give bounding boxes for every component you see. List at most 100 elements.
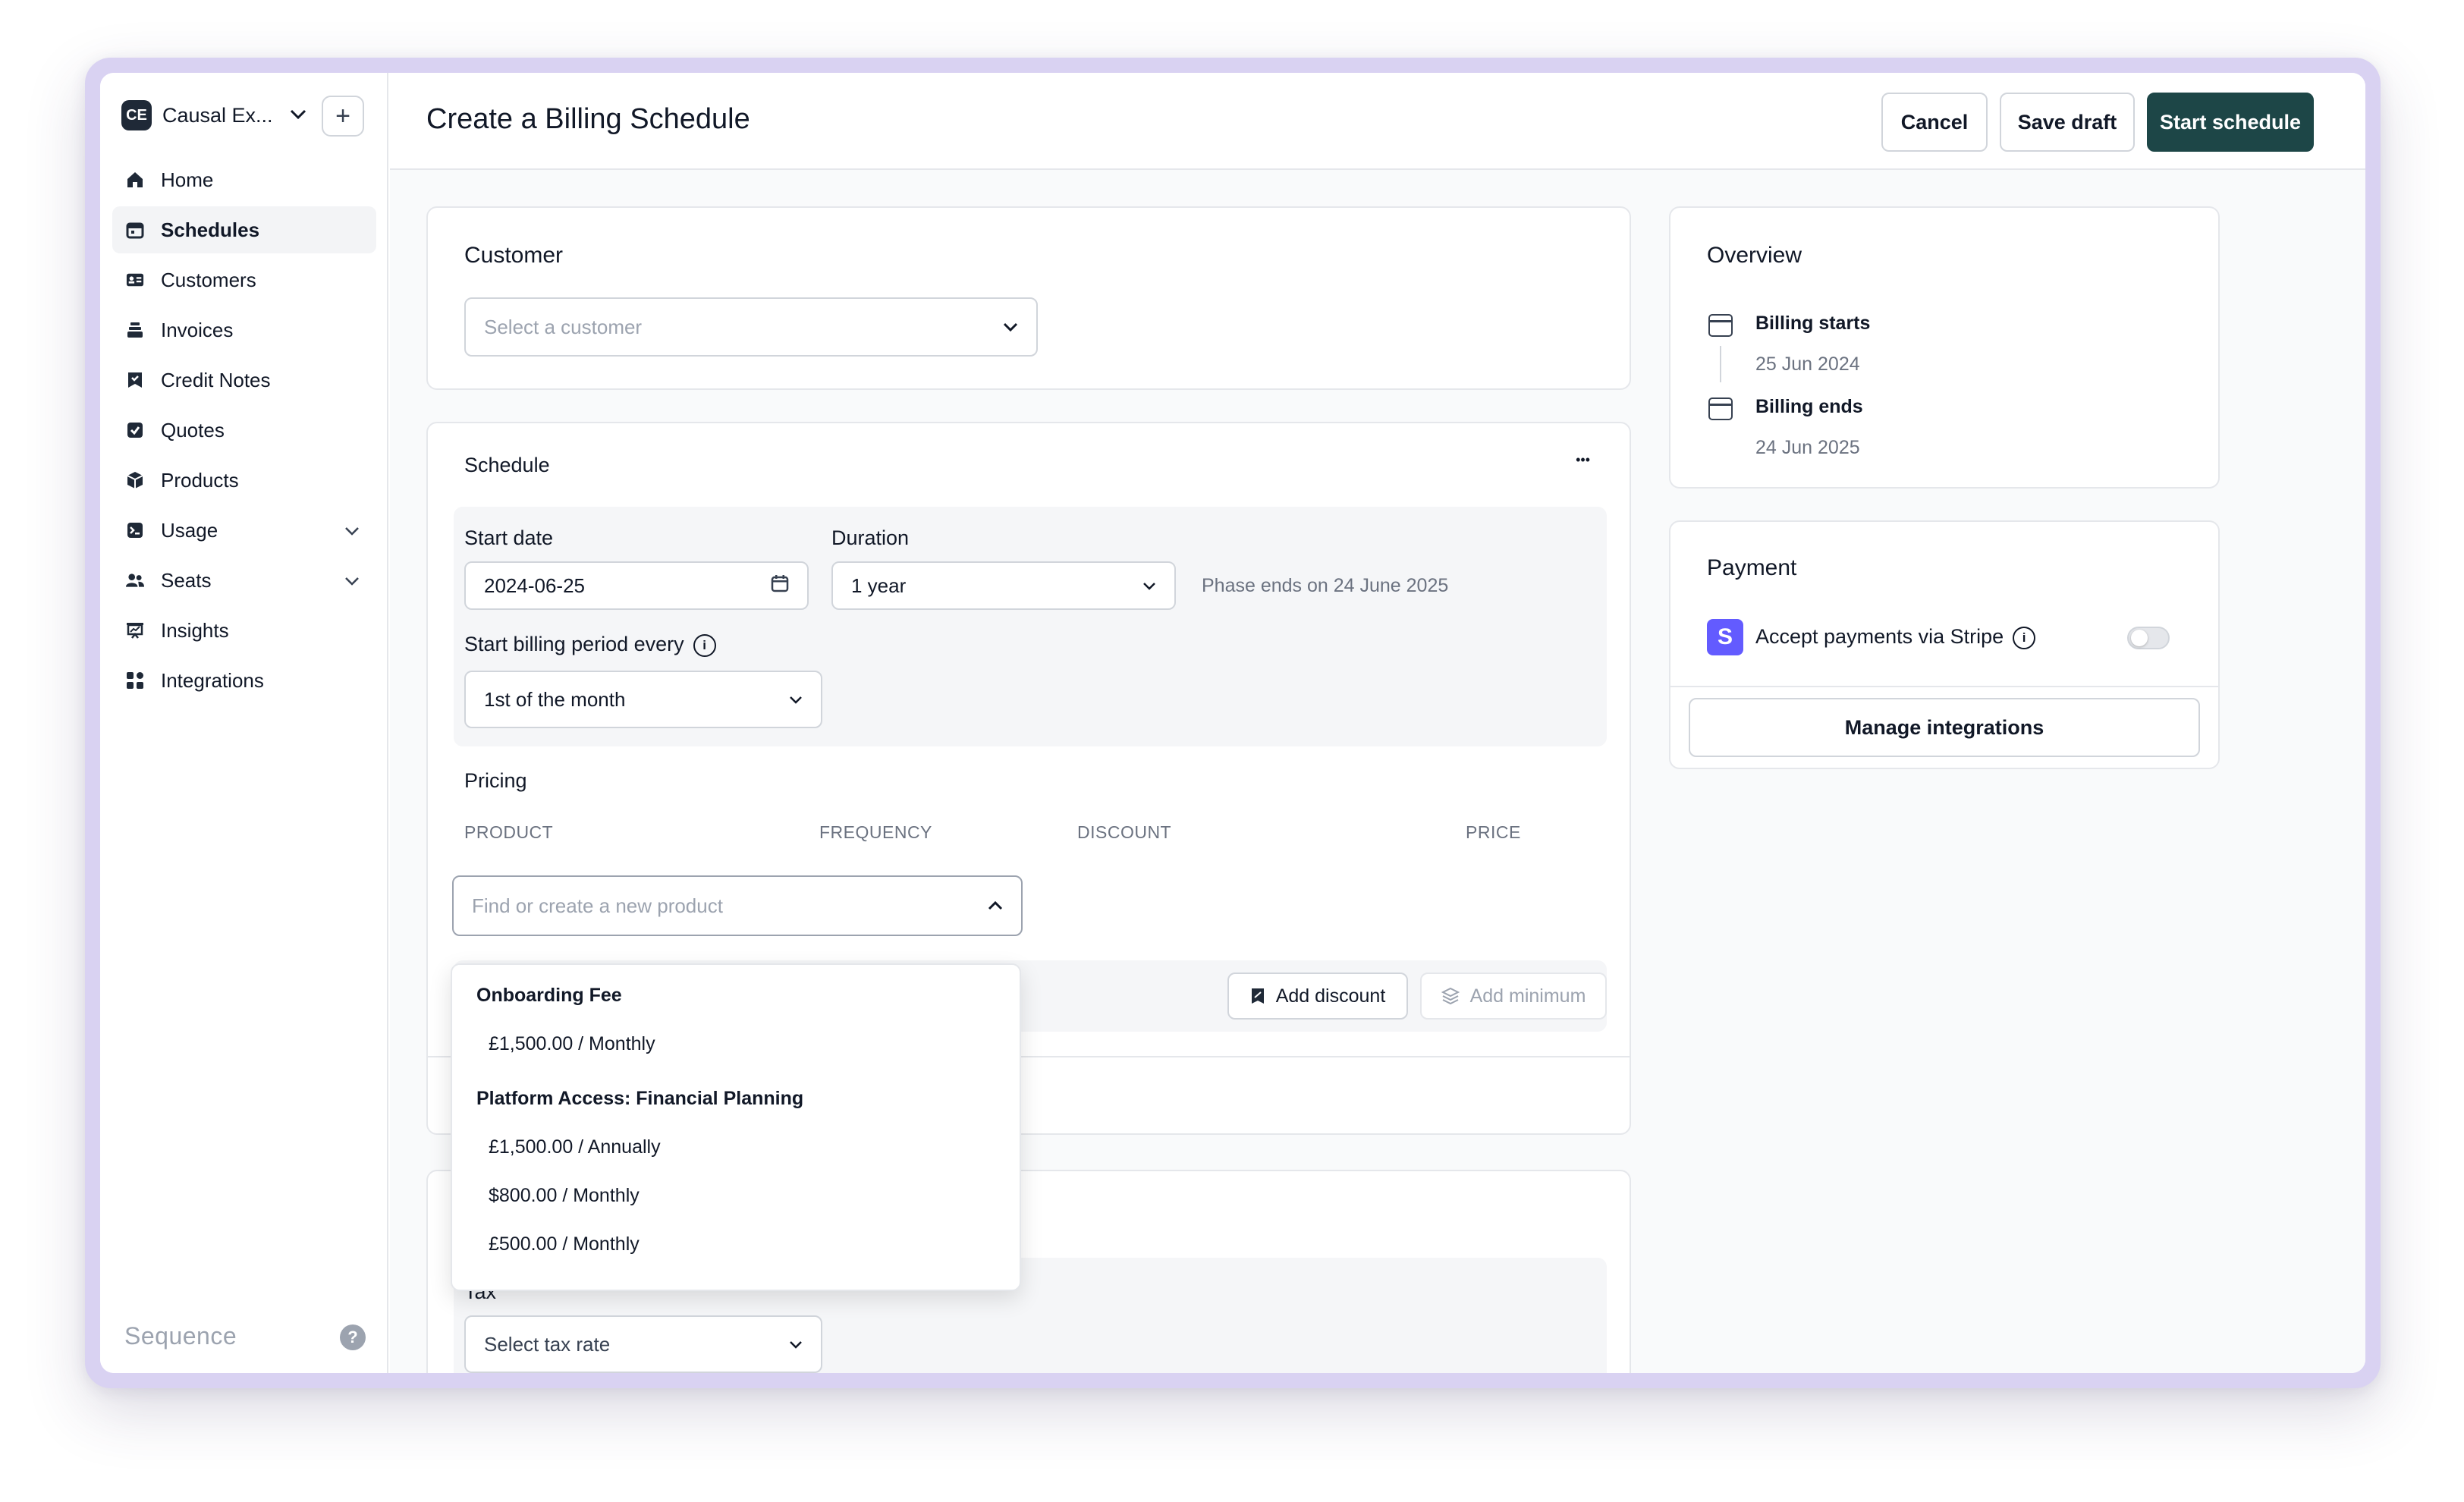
calendar-icon (1708, 314, 1733, 337)
info-icon[interactable]: i (693, 633, 716, 657)
chevron-down-icon (290, 107, 306, 124)
sidebar-item-label: Quotes (161, 418, 225, 441)
stack-icon (126, 321, 144, 339)
users-icon (126, 571, 144, 589)
start-date-input[interactable]: 2024-06-25 (464, 561, 809, 610)
duration-value: 1 year (851, 573, 907, 597)
page-title: Create a Billing Schedule (426, 103, 750, 135)
customer-title: Customer (464, 243, 564, 268)
overview-title: Overview (1707, 243, 1802, 268)
stripe-row: Accept payments via Stripe i (1755, 625, 2036, 649)
more-options-icon[interactable]: ••• (1576, 452, 1590, 468)
stripe-logo: S (1707, 619, 1743, 655)
grid-icon (126, 671, 144, 690)
billing-period-select[interactable]: 1st of the month (464, 671, 822, 728)
workspace-badge: CE (121, 100, 152, 130)
payment-title: Payment (1707, 555, 1797, 580)
sidebar-item-label: Usage (161, 518, 218, 542)
sidebar-item-quotes[interactable]: Quotes (112, 407, 376, 454)
sidebar-item-schedules[interactable]: Schedules (112, 206, 376, 253)
receipt-icon (126, 371, 144, 389)
duration-label: Duration (831, 526, 910, 549)
dropdown-option[interactable]: £500.00 / Monthly (489, 1233, 640, 1255)
billing-ends-date: 24 Jun 2025 (1755, 437, 1860, 458)
manage-integrations-button[interactable]: Manage integrations (1689, 698, 2200, 757)
sidebar-item-label: Integrations (161, 668, 264, 692)
billing-period-label: Start billing period every i (464, 633, 716, 657)
sidebar-item-label: Customers (161, 268, 256, 291)
column-header-frequency: FREQUENCY (819, 822, 932, 842)
product-dropdown-menu: Onboarding Fee £1,500.00 / Monthly Platf… (451, 963, 1021, 1291)
main-content: Create a Billing Schedule Cancel Save dr… (390, 73, 2365, 1373)
tax-rate-placeholder: Select tax rate (484, 1332, 611, 1356)
customer-select[interactable]: Select a customer (464, 297, 1038, 357)
sidebar-item-customers[interactable]: Customers (112, 256, 376, 303)
payment-card: Payment S Accept payments via Stripe i Ma… (1669, 520, 2220, 769)
dropdown-option[interactable]: $800.00 / Monthly (489, 1185, 640, 1207)
workspace-switcher[interactable]: CE Causal Ex... + (121, 93, 364, 138)
sidebar-item-seats[interactable]: Seats (112, 557, 376, 604)
calendar-icon (1708, 397, 1733, 420)
sidebar-nav: Home Schedules Customers Invoices Credit… (112, 156, 376, 707)
add-minimum-button[interactable]: Add minimum (1420, 973, 1607, 1020)
sidebar-item-usage[interactable]: Usage (112, 507, 376, 554)
stripe-toggle[interactable] (2127, 627, 2170, 649)
add-workspace-button[interactable]: + (322, 96, 364, 137)
product-search-input[interactable]: Find or create a new product (452, 875, 1023, 936)
terminal-icon (126, 521, 144, 539)
chevron-down-icon (344, 570, 360, 590)
chart-icon (126, 621, 144, 639)
dropdown-option[interactable]: £1,500.00 / Monthly (489, 1033, 655, 1055)
sidebar-item-label: Credit Notes (161, 368, 271, 391)
chevron-down-icon (789, 691, 803, 709)
billing-starts-date: 25 Jun 2024 (1755, 354, 1860, 375)
sidebar-item-label: Seats (161, 568, 212, 592)
page-header: Create a Billing Schedule Cancel Save dr… (390, 73, 2365, 170)
start-date-value: 2024-06-25 (484, 573, 585, 597)
help-icon[interactable]: ? (340, 1324, 366, 1350)
home-icon (126, 171, 144, 189)
column-header-discount: DISCOUNT (1077, 822, 1172, 842)
sidebar-item-integrations[interactable]: Integrations (112, 657, 376, 704)
info-icon[interactable]: i (2013, 626, 2036, 649)
add-discount-label: Add discount (1275, 985, 1386, 1007)
calendar-icon (126, 221, 144, 239)
product-search-placeholder: Find or create a new product (472, 894, 723, 917)
sidebar-item-products[interactable]: Products (112, 457, 376, 504)
start-schedule-button[interactable]: Start schedule (2147, 93, 2314, 152)
sidebar-item-label: Insights (161, 618, 229, 642)
billing-period-value: 1st of the month (484, 687, 626, 711)
save-draft-button[interactable]: Save draft (2000, 93, 2135, 152)
discount-icon (1250, 988, 1265, 1004)
timeline-connector (1720, 346, 1721, 382)
schedule-title: Schedule (464, 454, 550, 476)
sidebar-item-label: Products (161, 468, 239, 492)
customer-card: Customer Select a customer (426, 206, 1631, 390)
stripe-label: Accept payments via Stripe (1755, 625, 2004, 648)
column-header-product: PRODUCT (464, 822, 554, 842)
cancel-button[interactable]: Cancel (1881, 93, 1988, 152)
billing-period-label-text: Start billing period every (464, 633, 684, 655)
dropdown-option[interactable]: £1,500.00 / Annually (489, 1136, 661, 1158)
sidebar-item-label: Schedules (161, 218, 260, 241)
calendar-icon[interactable] (771, 574, 789, 597)
check-square-icon (126, 421, 144, 439)
sidebar-item-invoices[interactable]: Invoices (112, 306, 376, 354)
sidebar-item-credit-notes[interactable]: Credit Notes (112, 357, 376, 404)
dropdown-group-platform-access: Platform Access: Financial Planning (476, 1088, 804, 1109)
sidebar: CE Causal Ex... + Home Schedules Custome… (100, 73, 388, 1373)
add-discount-button[interactable]: Add discount (1227, 973, 1408, 1020)
chevron-down-icon (1142, 577, 1156, 595)
sidebar-item-home[interactable]: Home (112, 156, 376, 203)
duration-select[interactable]: 1 year (831, 561, 1176, 610)
workspace-name: Causal Ex... (162, 103, 273, 127)
add-minimum-label: Add minimum (1469, 985, 1586, 1007)
chevron-down-icon (344, 520, 360, 540)
overview-card: Overview Billing starts 25 Jun 2024 Bill… (1669, 206, 2220, 489)
brand-logo: Sequence (124, 1322, 237, 1350)
layers-icon (1441, 987, 1460, 1005)
sidebar-item-insights[interactable]: Insights (112, 607, 376, 654)
sidebar-item-label: Home (161, 168, 214, 191)
tax-rate-select[interactable]: Select tax rate (464, 1315, 822, 1373)
chevron-down-icon (1003, 319, 1018, 336)
